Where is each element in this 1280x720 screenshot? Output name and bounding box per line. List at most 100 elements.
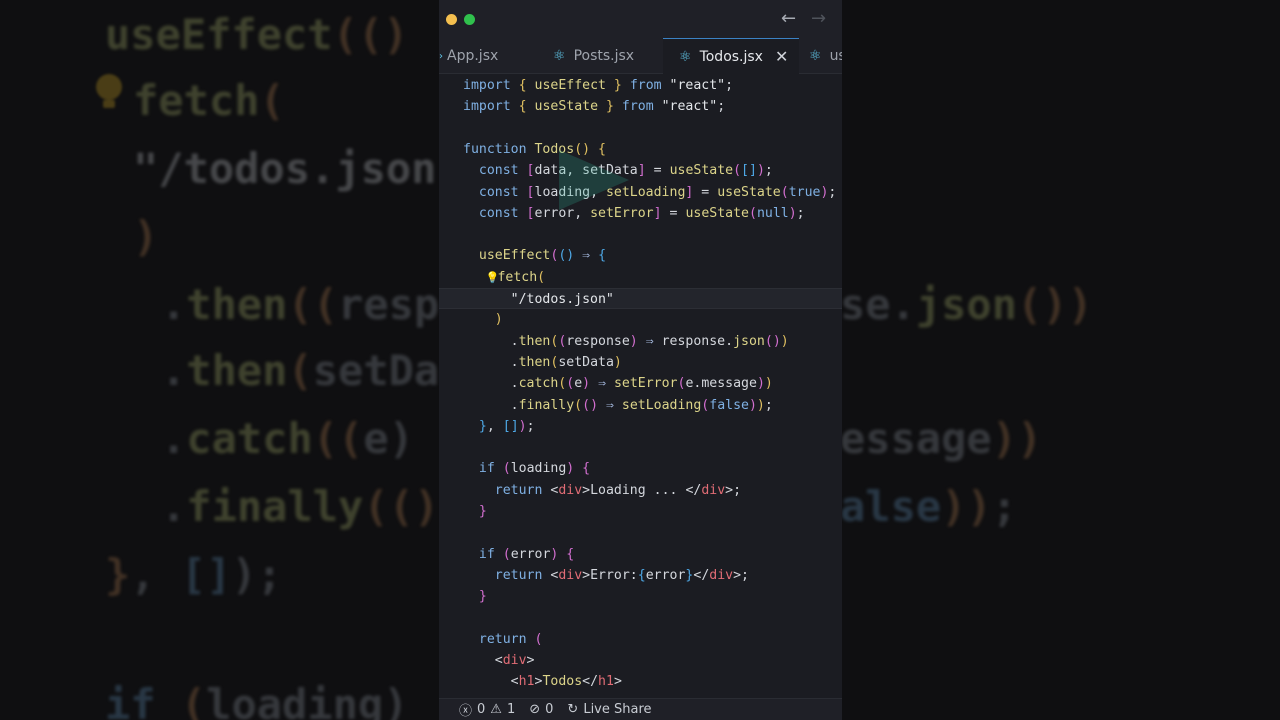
code-editor[interactable]: import { useEffect } from "react"; import… xyxy=(439,74,842,698)
code-line[interactable]: function Todos() { xyxy=(439,139,842,160)
code-line-text: const [loading, setLoading] = useState(t… xyxy=(463,182,836,203)
code-token: ( xyxy=(582,397,591,413)
error-icon[interactable]: ⓧ xyxy=(459,700,472,719)
minimize-window-button[interactable] xyxy=(446,14,457,25)
code-line[interactable]: useEffect(() ⇒ { xyxy=(439,245,842,266)
code-token: } xyxy=(613,78,622,93)
code-token: error xyxy=(510,546,551,562)
code-line-text: useEffect(() ⇒ { xyxy=(463,245,606,266)
code-token: ] xyxy=(637,163,646,179)
code-token: ( xyxy=(748,205,757,221)
code-line[interactable] xyxy=(439,118,842,139)
forward-arrow-icon[interactable]: → xyxy=(811,8,826,29)
code-line[interactable]: <h1>Todos</h1> xyxy=(439,671,842,692)
code-token: = xyxy=(669,205,678,221)
code-line[interactable]: return <div>Error:{error}</div>; xyxy=(439,565,842,586)
code-token: ) xyxy=(494,312,503,328)
code-line[interactable]: return <div>Loading ... </div>; xyxy=(439,480,842,501)
code-token: } xyxy=(478,504,487,519)
tab-use-hook[interactable]: ⚛ us xyxy=(799,38,842,74)
code-token: . xyxy=(510,397,519,413)
code-token: response xyxy=(661,333,726,349)
code-line[interactable]: } xyxy=(439,501,842,522)
code-line[interactable]: .then(setData) xyxy=(439,352,842,373)
code-line[interactable]: }, []); xyxy=(439,416,842,437)
code-token: ) xyxy=(613,354,622,370)
code-token: > xyxy=(613,674,622,690)
code-line[interactable]: "/todos.json" xyxy=(439,288,842,309)
code-line[interactable]: if (loading) { xyxy=(439,458,842,479)
code-token: then xyxy=(518,354,551,370)
code-line[interactable] xyxy=(439,522,842,543)
code-token: > xyxy=(526,653,535,669)
code-token: ) xyxy=(629,333,638,349)
code-line[interactable] xyxy=(439,437,842,458)
code-line[interactable]: return ( xyxy=(439,629,842,650)
code-token: if xyxy=(478,461,495,477)
ports-icon[interactable]: ⊘ xyxy=(529,702,540,717)
code-token: useState xyxy=(669,163,734,179)
code-token: } xyxy=(478,418,487,434)
react-icon: ⚛ xyxy=(679,48,692,65)
code-token: setData xyxy=(558,354,614,370)
code-line[interactable]: if (error) { xyxy=(439,544,842,565)
code-token: setLoading xyxy=(621,397,702,413)
code-token: message xyxy=(701,376,757,392)
live-share-button[interactable]: Live Share xyxy=(583,702,651,717)
tab-posts-jsx[interactable]: ⚛ Posts.jsx xyxy=(539,38,663,74)
code-line[interactable]: const [data, setData] = useState([]); xyxy=(439,160,842,181)
live-share-icon[interactable]: ↻ xyxy=(567,702,578,717)
code-line[interactable]: .catch((e) ⇒ setError(e.message)) xyxy=(439,373,842,394)
code-token: = xyxy=(653,163,662,179)
code-line[interactable]: <div> xyxy=(439,650,842,671)
code-token: ; xyxy=(741,567,749,583)
code-line[interactable]: } xyxy=(439,586,842,607)
code-token: ) xyxy=(756,163,765,179)
code-line[interactable]: .then((response) ⇒ response.json()) xyxy=(439,331,842,352)
code-token: const xyxy=(478,205,519,221)
code-token: [ xyxy=(526,205,535,221)
code-line[interactable]: 💡fetch( xyxy=(439,267,842,288)
code-token: > xyxy=(582,567,591,583)
title-bar: ← → xyxy=(439,0,842,38)
editor-panel: ← → › App.jsx ⚛ Posts.jsx ⚛ Todos.jsx ✕ … xyxy=(439,0,842,720)
code-line-text: return <div>Loading ... </div>; xyxy=(463,480,741,501)
code-line[interactable]: ) xyxy=(439,309,842,330)
code-token: error xyxy=(645,567,686,583)
code-token: return xyxy=(494,567,543,583)
code-token: return xyxy=(494,482,543,498)
tab-label: App.jsx xyxy=(447,48,499,64)
code-line[interactable] xyxy=(439,608,842,629)
code-line[interactable]: import { useEffect } from "react"; xyxy=(439,75,842,96)
code-token: . xyxy=(653,482,662,498)
code-line[interactable]: const [error, setError] = useState(null)… xyxy=(439,203,842,224)
maximize-window-button[interactable] xyxy=(464,14,475,25)
code-line[interactable]: .finally(() ⇒ setLoading(false)); xyxy=(439,395,842,416)
back-arrow-icon[interactable]: ← xyxy=(781,8,796,29)
close-icon[interactable]: ✕ xyxy=(775,47,788,66)
code-token: import xyxy=(463,99,511,115)
warning-icon[interactable]: ⚠ xyxy=(490,702,502,717)
code-line-text: } xyxy=(463,586,487,607)
code-token: ( xyxy=(733,163,742,179)
code-line[interactable] xyxy=(439,224,842,245)
code-token: ( xyxy=(574,397,583,413)
tab-todos-jsx[interactable]: ⚛ Todos.jsx ✕ xyxy=(663,38,799,74)
code-line[interactable]: import { useState } from "react"; xyxy=(439,96,842,117)
code-line[interactable]: const [loading, setLoading] = useState(t… xyxy=(439,182,842,203)
tab-app-jsx[interactable]: › App.jsx xyxy=(439,38,539,74)
code-token: { xyxy=(566,546,575,562)
code-token: import xyxy=(463,78,511,93)
code-token: const xyxy=(478,184,519,200)
code-token: ) xyxy=(756,397,765,413)
